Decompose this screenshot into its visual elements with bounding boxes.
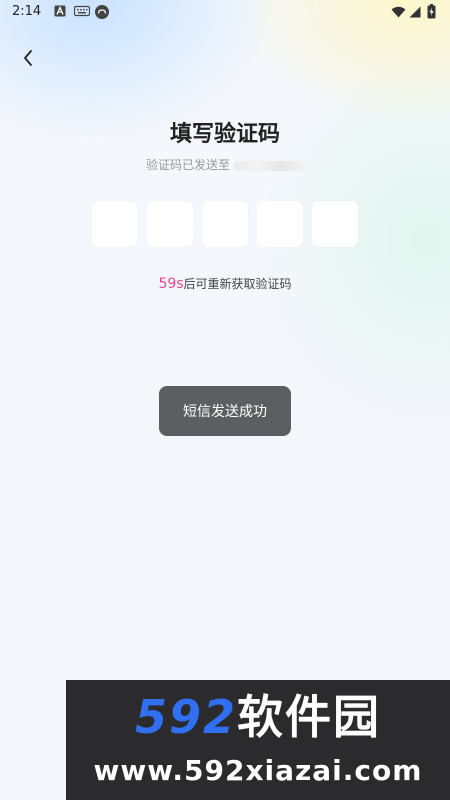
code-digit-box-2[interactable] xyxy=(147,201,193,247)
code-digit-box-5[interactable] xyxy=(312,201,358,247)
cloud-app-icon xyxy=(95,5,109,19)
watermark-url: www.592xiazai.com xyxy=(93,753,423,787)
resend-text: 后可重新获取验证码 xyxy=(183,277,292,291)
watermark-logo: 592软件园 xyxy=(135,694,381,740)
resend-countdown: 59s xyxy=(158,276,184,292)
subtitle: 验证码已发送至 xyxy=(0,156,450,173)
resend-hint: 59s后可重新获取验证码 xyxy=(0,275,450,292)
watermark-banner: 592软件园 www.592xiazai.com xyxy=(66,680,450,800)
chevron-left-icon xyxy=(24,50,32,66)
status-time: 2:14 xyxy=(12,4,42,19)
page-title: 填写验证码 xyxy=(169,122,280,147)
code-digit-box-4[interactable] xyxy=(257,201,303,247)
watermark-logo-number: 592 xyxy=(134,689,238,744)
toast-message: 短信发送成功 xyxy=(159,386,291,436)
verification-code-input[interactable] xyxy=(92,201,358,247)
signal-icon xyxy=(409,6,421,18)
a-notification-icon xyxy=(54,5,66,17)
keyboard-icon xyxy=(74,5,90,17)
battery-charging-icon xyxy=(427,4,436,19)
wifi-icon xyxy=(391,6,406,18)
masked-phone-number xyxy=(234,160,304,171)
back-button[interactable] xyxy=(16,46,40,70)
subtitle-text: 验证码已发送至 xyxy=(145,158,230,172)
status-bar: 2:14 xyxy=(0,0,450,24)
watermark-logo-text: 软件园 xyxy=(237,689,382,744)
code-digit-box-3[interactable] xyxy=(202,201,248,247)
code-digit-box-1[interactable] xyxy=(92,201,138,247)
